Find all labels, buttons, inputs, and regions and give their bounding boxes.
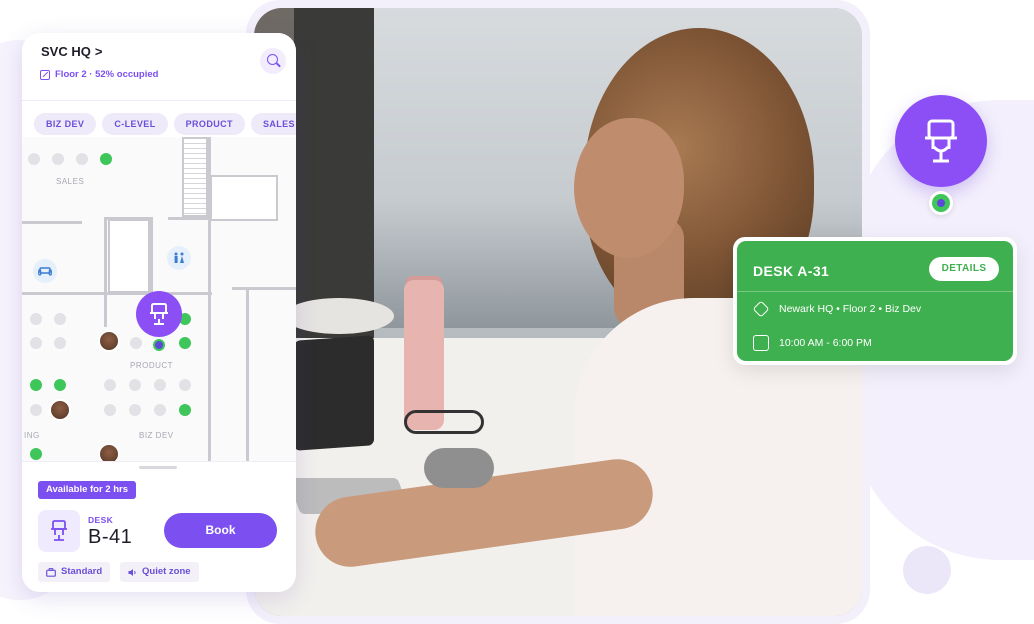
chevron-right-icon: >	[94, 44, 103, 59]
map-wall	[232, 287, 296, 290]
avatar[interactable]	[98, 330, 120, 352]
avatar[interactable]	[98, 443, 120, 461]
restroom-icon[interactable]	[167, 246, 191, 270]
desk-icon-tile	[38, 510, 80, 552]
seat-available[interactable]	[54, 379, 66, 391]
marketing-hero: SVC HQ > Floor 2 · 52% occupied BIZ DEV …	[0, 0, 1034, 624]
map-stairs	[182, 137, 208, 217]
map-label-sales: SALES	[56, 177, 85, 186]
map-wall	[150, 217, 153, 295]
desk-location-pin	[895, 95, 987, 187]
phone-app-card: SVC HQ > Floor 2 · 52% occupied BIZ DEV …	[22, 33, 296, 592]
map-wall	[168, 217, 210, 220]
bag-icon	[46, 567, 56, 577]
seat[interactable]	[30, 337, 42, 349]
location-icon	[752, 300, 770, 318]
seat-available[interactable]	[30, 379, 42, 391]
seat[interactable]	[154, 404, 166, 416]
tag-standard: Standard	[38, 562, 111, 582]
availability-badge: Available for 2 hrs	[38, 481, 137, 499]
seat[interactable]	[28, 153, 40, 165]
photo-window-frame	[294, 8, 374, 348]
floor-map[interactable]: SALES PRODUCT BIZ DEV ING	[22, 137, 296, 461]
tag-standard-label: Standard	[61, 566, 103, 577]
chip-biz-dev[interactable]: BIZ DEV	[34, 113, 97, 135]
desk-chair-icon	[925, 119, 957, 163]
calendar-icon	[753, 335, 769, 351]
seat[interactable]	[129, 379, 141, 391]
photo-mouse	[424, 448, 494, 488]
seat-available[interactable]	[30, 448, 42, 460]
photo-glasses	[404, 410, 484, 434]
selected-desk-marker	[153, 339, 165, 351]
photo-tablet	[294, 335, 374, 451]
seat[interactable]	[30, 404, 42, 416]
seat[interactable]	[54, 313, 66, 325]
seat[interactable]	[76, 153, 88, 165]
seat[interactable]	[130, 337, 142, 349]
seat[interactable]	[104, 404, 116, 416]
floor-status[interactable]: Floor 2 · 52% occupied	[40, 69, 158, 80]
search-button[interactable]	[260, 48, 286, 74]
desk-location-marker	[929, 191, 953, 215]
seat[interactable]	[30, 313, 42, 325]
chip-product[interactable]: PRODUCT	[173, 113, 245, 135]
map-label-ing: ING	[24, 431, 40, 440]
desk-time-text: 10:00 AM - 6:00 PM	[779, 337, 872, 349]
desk-type-label: DESK	[88, 515, 114, 525]
app-header: SVC HQ > Floor 2 · 52% occupied	[22, 33, 296, 101]
desk-chair-icon	[150, 303, 168, 325]
details-button[interactable]: DETAILS	[929, 257, 999, 281]
chip-c-level[interactable]: C-LEVEL	[102, 113, 168, 135]
divider	[737, 291, 1013, 292]
map-label-biz-dev: BIZ DEV	[139, 431, 174, 440]
photo-person-face	[574, 118, 684, 258]
photo-bottle	[404, 280, 444, 430]
desk-booking-sheet: Available for 2 hrs DESK B-41 Book Stand…	[22, 461, 296, 592]
map-wall	[104, 217, 107, 327]
seat[interactable]	[104, 379, 116, 391]
book-button[interactable]: Book	[164, 513, 277, 548]
drag-handle[interactable]	[139, 466, 177, 469]
desk-location-text: Newark HQ • Floor 2 • Biz Dev	[779, 303, 922, 315]
decorative-dot	[903, 546, 951, 594]
map-room	[210, 175, 278, 221]
seat[interactable]	[129, 404, 141, 416]
desk-number: B-41	[88, 526, 133, 548]
desk-time-row: 10:00 AM - 6:00 PM	[753, 335, 872, 351]
avatar[interactable]	[49, 399, 71, 421]
selected-desk-pin[interactable]	[136, 291, 182, 337]
desk-location-row: Newark HQ • Floor 2 • Biz Dev	[752, 300, 922, 318]
seat[interactable]	[154, 379, 166, 391]
seat[interactable]	[54, 337, 66, 349]
team-filter-chips: BIZ DEV C-LEVEL PRODUCT SALES	[34, 113, 296, 135]
seat-available[interactable]	[179, 404, 191, 416]
desk-chair-icon	[51, 520, 67, 541]
photo-round-table	[284, 298, 394, 334]
location-selector[interactable]: SVC HQ >	[41, 44, 102, 59]
map-room	[108, 219, 150, 293]
tag-quiet-zone: Quiet zone	[120, 562, 199, 582]
desk-detail-card: DESK A-31 DETAILS Newark HQ • Floor 2 • …	[733, 237, 1017, 365]
location-name: SVC HQ	[41, 44, 91, 59]
desk-title: DESK A-31	[753, 263, 830, 279]
map-wall	[22, 221, 82, 224]
seat-available[interactable]	[179, 337, 191, 349]
speaker-icon	[128, 568, 136, 576]
map-label-product: PRODUCT	[130, 361, 174, 370]
tag-quiet-zone-label: Quiet zone	[142, 566, 191, 577]
sofa-icon[interactable]	[33, 259, 57, 283]
desk-detail-card-body: DESK A-31 DETAILS Newark HQ • Floor 2 • …	[737, 241, 1013, 361]
seat[interactable]	[179, 379, 191, 391]
floor-icon	[40, 69, 50, 80]
seat-available[interactable]	[100, 153, 112, 165]
seat[interactable]	[52, 153, 64, 165]
map-wall	[246, 287, 249, 461]
chip-sales[interactable]: SALES	[250, 113, 296, 135]
floor-status-text: Floor 2 · 52% occupied	[55, 69, 159, 80]
